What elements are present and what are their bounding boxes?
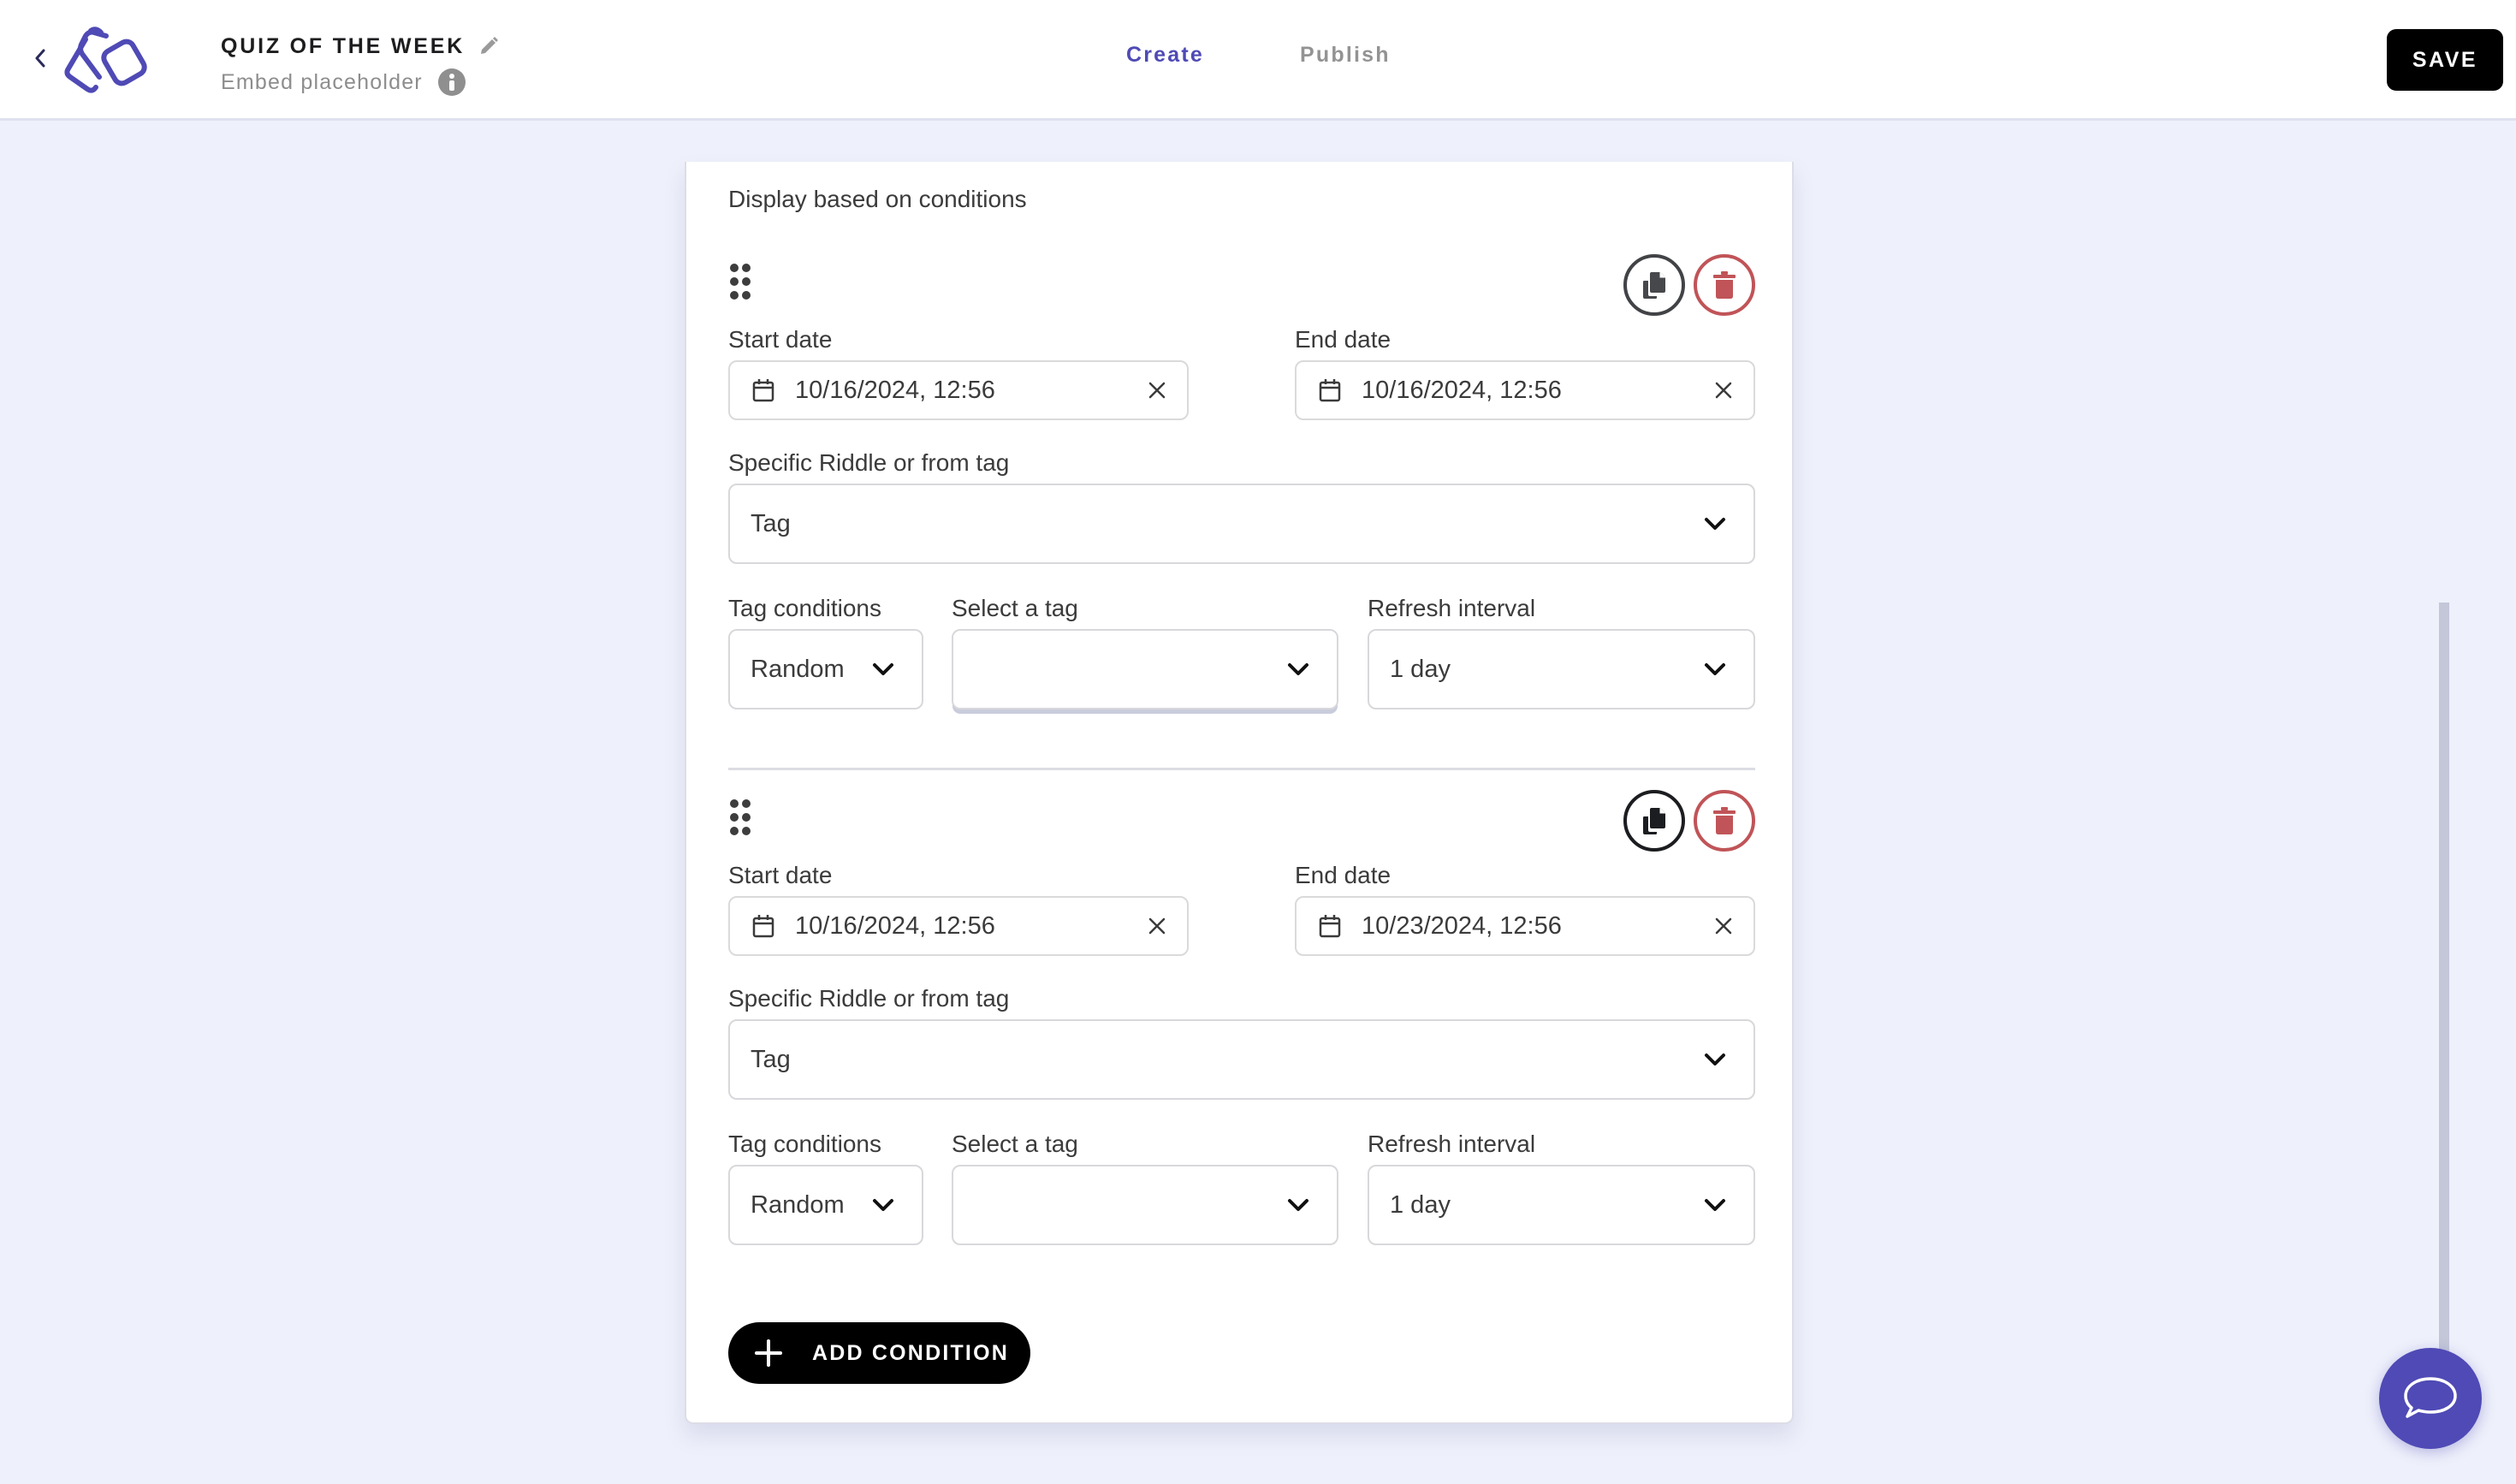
- end-date-input[interactable]: 10/23/2024, 12:56: [1295, 896, 1755, 956]
- refresh-interval-select[interactable]: 1 day: [1368, 1165, 1755, 1245]
- refresh-interval-value: 1 day: [1390, 1190, 1451, 1219]
- page-scrollbar[interactable]: [2439, 603, 2449, 1390]
- delete-condition-button[interactable]: [1694, 790, 1755, 852]
- start-date-label: Start date: [728, 862, 833, 888]
- save-button[interactable]: SAVE: [2387, 29, 2503, 91]
- calendar-icon: [752, 915, 774, 938]
- duplicate-condition-button[interactable]: [1623, 790, 1685, 852]
- tag-conditions-value: Random: [751, 655, 845, 683]
- source-value: Tag: [751, 1045, 791, 1073]
- chevron-down-icon: [1705, 1199, 1725, 1211]
- start-date-value: 10/16/2024, 12:56: [795, 911, 995, 940]
- add-condition-label: ADD CONDITION: [812, 1340, 1009, 1365]
- top-bar: QUIZ OF THE WEEK Embed placeholder Creat…: [0, 0, 2516, 121]
- refresh-interval-select[interactable]: 1 day: [1368, 629, 1755, 709]
- chevron-down-icon: [1705, 518, 1725, 530]
- chat-bubble-icon: [2404, 1377, 2457, 1418]
- end-date-value: 10/23/2024, 12:56: [1362, 911, 1562, 940]
- chevron-down-icon: [873, 1199, 893, 1211]
- end-date-label: End date: [1295, 326, 1392, 353]
- start-date-input[interactable]: 10/16/2024, 12:56: [728, 896, 1189, 956]
- source-label: Specific Riddle or from tag: [728, 449, 1010, 476]
- source-select[interactable]: Tag: [728, 1019, 1755, 1100]
- clear-icon[interactable]: [1714, 381, 1733, 400]
- tag-conditions-label: Tag conditions: [728, 595, 882, 621]
- tag-conditions-select[interactable]: Random: [728, 1165, 923, 1245]
- clear-icon[interactable]: [1148, 381, 1166, 400]
- chevron-left-icon: [35, 49, 45, 68]
- tab-bar: Create Publish: [1126, 43, 1391, 68]
- start-date-label: Start date: [728, 326, 833, 353]
- refresh-interval-label: Refresh interval: [1368, 1131, 1536, 1157]
- tag-conditions-value: Random: [751, 1190, 845, 1219]
- back-button[interactable]: [29, 45, 51, 72]
- pencil-icon: [481, 37, 499, 54]
- refresh-interval-label: Refresh interval: [1368, 595, 1536, 621]
- page-title: QUIZ OF THE WEEK: [221, 33, 466, 58]
- condition-divider: [728, 768, 1755, 770]
- drag-handle-icon[interactable]: [728, 798, 752, 836]
- drag-handle-icon[interactable]: [728, 263, 752, 300]
- calendar-icon: [1319, 915, 1341, 938]
- end-date-value: 10/16/2024, 12:56: [1362, 376, 1562, 404]
- source-select[interactable]: Tag: [728, 484, 1755, 564]
- refresh-interval-value: 1 day: [1390, 655, 1451, 683]
- select-tag-select[interactable]: [952, 629, 1338, 709]
- start-date-input[interactable]: 10/16/2024, 12:56: [728, 360, 1189, 420]
- trash-icon: [1713, 271, 1736, 299]
- embed-subtitle: Embed placeholder: [221, 69, 423, 94]
- app-logo[interactable]: [60, 26, 156, 94]
- clear-icon[interactable]: [1714, 917, 1733, 935]
- condition-block: Start date 10/16/2024, 12:56 End date 10…: [728, 254, 1755, 742]
- tab-publish[interactable]: Publish: [1300, 43, 1391, 68]
- select-tag-label: Select a tag: [952, 1131, 1078, 1157]
- plus-icon: [755, 1339, 782, 1367]
- title-block: QUIZ OF THE WEEK Embed placeholder: [221, 31, 501, 96]
- tag-conditions-select[interactable]: Random: [728, 629, 923, 709]
- chevron-down-icon: [1705, 1054, 1725, 1066]
- delete-condition-button[interactable]: [1694, 254, 1755, 316]
- source-label: Specific Riddle or from tag: [728, 985, 1010, 1012]
- chevron-down-icon: [1705, 663, 1725, 675]
- condition-block: Start date 10/16/2024, 12:56 End date 10…: [728, 790, 1755, 1278]
- tab-create[interactable]: Create: [1126, 43, 1204, 68]
- copy-icon: [1643, 808, 1665, 834]
- chat-button[interactable]: [2379, 1348, 2482, 1449]
- calendar-icon: [752, 379, 774, 402]
- copy-icon: [1643, 272, 1665, 299]
- conditions-card: Display based on conditions Start date 1…: [685, 162, 1794, 1424]
- select-tag-label: Select a tag: [952, 595, 1078, 621]
- source-value: Tag: [751, 509, 791, 537]
- edit-title-button[interactable]: [478, 35, 501, 57]
- chevron-down-icon: [1288, 1199, 1308, 1211]
- chevron-down-icon: [873, 663, 893, 675]
- tag-conditions-label: Tag conditions: [728, 1131, 882, 1157]
- chevron-down-icon: [1288, 663, 1308, 675]
- add-condition-button[interactable]: ADD CONDITION: [728, 1322, 1030, 1384]
- calendar-icon: [1319, 379, 1341, 402]
- section-title: Display based on conditions: [728, 186, 1027, 212]
- trash-icon: [1713, 807, 1736, 834]
- end-date-input[interactable]: 10/16/2024, 12:56: [1295, 360, 1755, 420]
- clear-icon[interactable]: [1148, 917, 1166, 935]
- select-tag-select[interactable]: [952, 1165, 1338, 1245]
- duplicate-condition-button[interactable]: [1623, 254, 1685, 316]
- start-date-value: 10/16/2024, 12:56: [795, 376, 995, 404]
- info-icon[interactable]: [437, 68, 466, 96]
- end-date-label: End date: [1295, 862, 1392, 888]
